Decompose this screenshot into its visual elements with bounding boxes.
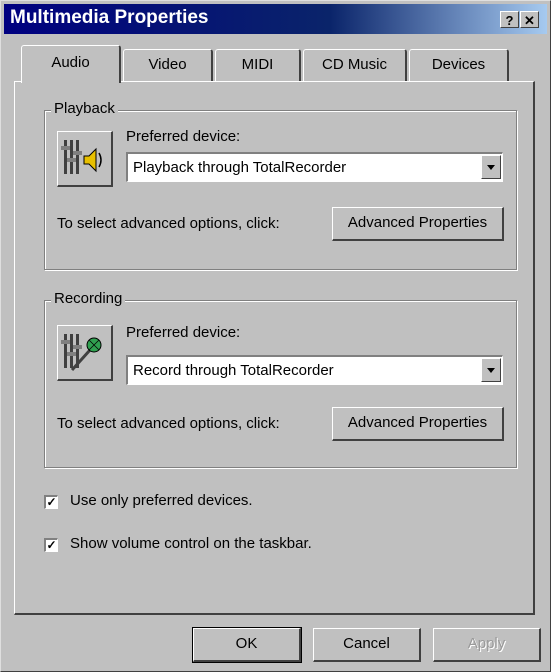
speaker-icon [57,131,113,187]
help-button[interactable]: ? [500,11,519,28]
close-button[interactable]: ✕ [520,11,539,28]
recording-preferred-label: Preferred device: [126,324,241,341]
recording-advanced-properties-button[interactable]: Advanced Properties [332,407,504,441]
microphone-icon [57,325,113,381]
playback-advanced-hint: To select advanced options, click: [57,215,280,232]
recording-group-label: Recording [51,290,126,307]
recording-device-value: Record through TotalRecorder [133,362,334,379]
recording-device-select[interactable]: Record through TotalRecorder [126,355,503,385]
window-title: Multimedia Properties [10,7,209,28]
chevron-down-icon [487,368,495,373]
ok-button[interactable]: OK [192,627,302,663]
tab-midi[interactable]: MIDI [215,49,301,81]
apply-button-label: Apply [467,635,506,652]
playback-group-label: Playback [51,100,118,117]
playback-device-value: Playback through TotalRecorder [133,159,347,176]
tab-audio[interactable]: Audio [21,45,121,83]
show-volume-label[interactable]: Show volume control on the taskbar. [70,535,312,552]
audio-tab-panel: Playback Preferred device: Playback thro… [14,81,535,615]
tab-video[interactable]: Video [123,49,213,81]
playback-advanced-properties-button[interactable]: Advanced Properties [332,207,504,241]
playback-group: Playback Preferred device: Playback thro… [44,100,517,270]
tab-cd-music[interactable]: CD Music [303,49,407,81]
multimedia-properties-window: Multimedia Properties ? ✕ Audio Video MI… [0,0,551,672]
tab-devices[interactable]: Devices [409,49,509,81]
apply-button[interactable]: Apply [433,628,541,662]
playback-dropdown-button[interactable] [481,155,501,179]
recording-group: Recording Preferred device: Record throu… [44,290,517,468]
title-bar[interactable]: Multimedia Properties ? ✕ [4,4,547,34]
use-only-preferred-label[interactable]: Use only preferred devices. [70,492,253,509]
chevron-down-icon [487,165,495,170]
recording-advanced-hint: To select advanced options, click: [57,415,280,432]
use-only-preferred-checkbox[interactable]: ✓ [44,495,58,509]
recording-dropdown-button[interactable] [481,358,501,382]
cancel-button[interactable]: Cancel [313,628,421,662]
show-volume-checkbox[interactable]: ✓ [44,538,58,552]
playback-device-select[interactable]: Playback through TotalRecorder [126,152,503,182]
playback-preferred-label: Preferred device: [126,128,241,145]
